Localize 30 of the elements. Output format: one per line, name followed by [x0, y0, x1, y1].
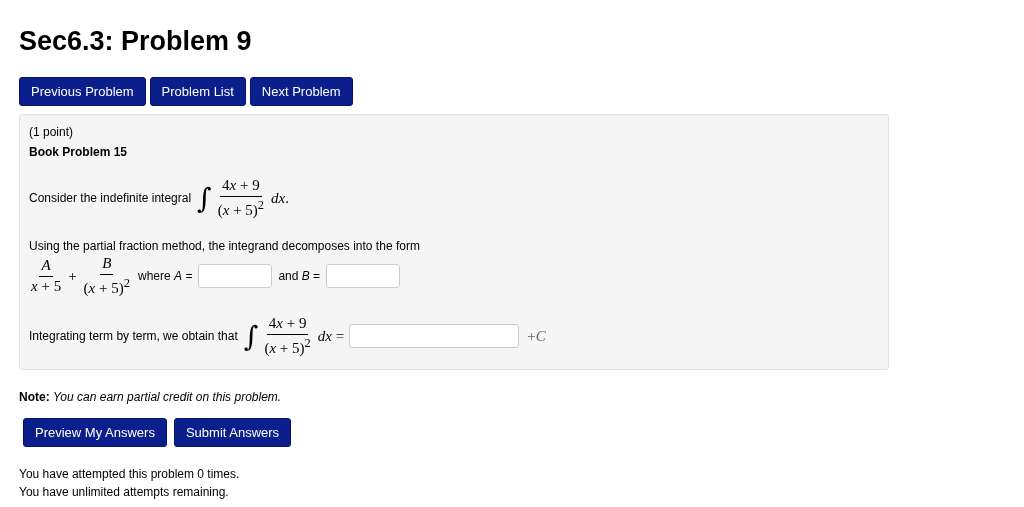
fraction: B (x + 5)$^{2}$ [82, 255, 131, 297]
nav-button[interactable]: Previous Problem [19, 77, 146, 106]
field-label: where A = [138, 269, 193, 283]
problem-heading: Book Problem 15 [29, 145, 129, 159]
answer-field[interactable] [349, 324, 520, 348]
field-label: and B = [278, 269, 321, 283]
differential: dx. [271, 189, 289, 207]
answer-field[interactable] [326, 264, 401, 288]
note-text: You can earn partial credit on this problem. [53, 390, 282, 404]
constant-text: +C [527, 327, 546, 345]
submit-button[interactable]: Submit Answers [173, 418, 292, 447]
page-title: Sec6.3: Problem 9 [19, 26, 253, 57]
integral-sign: ∫ [243, 319, 259, 353]
plus-sign: + [68, 267, 77, 285]
integral-sign: ∫ [197, 181, 212, 215]
submit-button[interactable]: Preview My Answers [23, 418, 167, 447]
nav-button[interactable]: Next Problem [249, 77, 353, 106]
answer-field[interactable] [198, 264, 273, 288]
attempts-text: You have unlimited attempts remaining. [19, 484, 230, 501]
attempts-text: You have attempted this problem 0 times. [19, 466, 241, 483]
fraction: A x + 5 [30, 257, 63, 295]
note-label: Note: [19, 390, 50, 404]
fraction: 4x + 9 (x + 5)$^{2}$ [216, 177, 266, 219]
integrate-text: Integrating term by term, we obtain that [29, 329, 238, 343]
differential: dx = [317, 327, 345, 345]
intro-text: Consider the indefinite integral [29, 191, 192, 205]
decompose-text: Using the partial fraction method, the integrand decomposes into the form [29, 239, 421, 253]
fraction: 4x + 9 (x + 5)$^{2}$ [263, 315, 312, 357]
nav-button[interactable]: Problem List [149, 77, 246, 106]
points-text: (1 point) [29, 125, 75, 139]
